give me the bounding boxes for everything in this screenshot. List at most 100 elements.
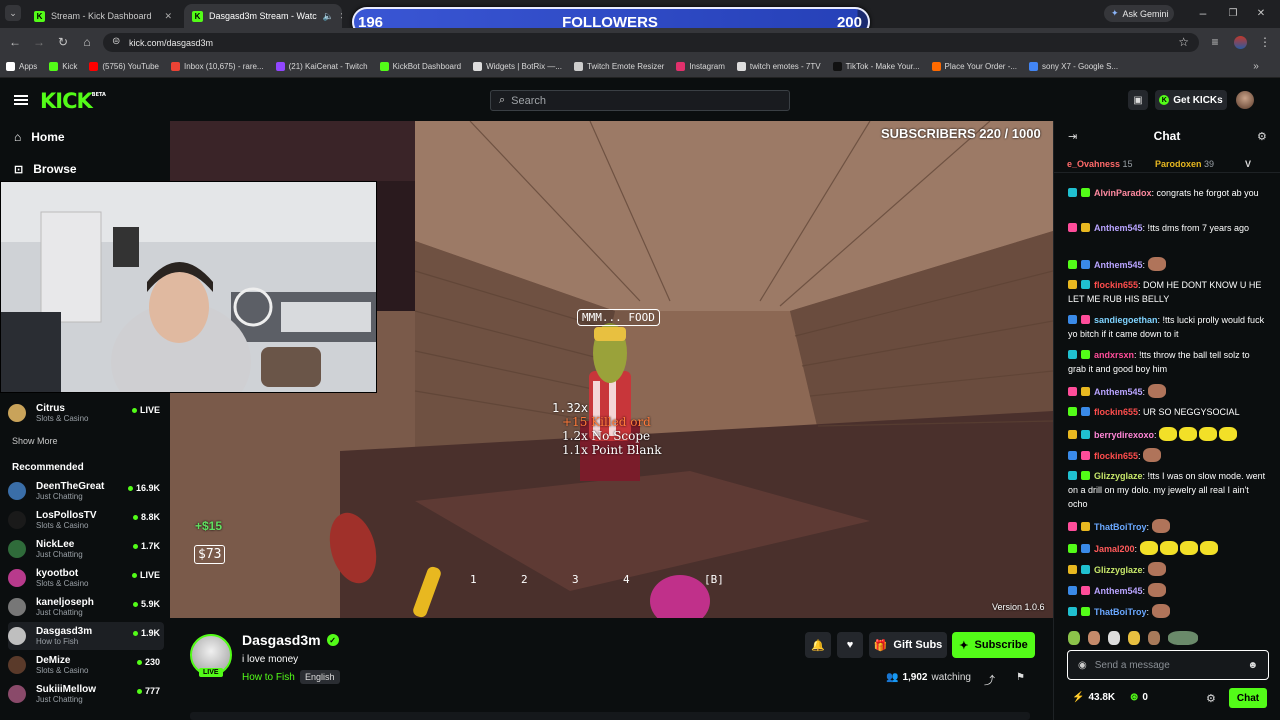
channel-points[interactable]: ⊛ 0 (1130, 692, 1148, 703)
chat-username[interactable]: ThatBoiTroy (1094, 522, 1147, 532)
chat-username[interactable]: Glizzyglaze (1094, 565, 1143, 575)
top-gifter[interactable]: e_Ovahness 15 (1067, 159, 1133, 169)
chat-message[interactable]: ThatBoiTroy: (1068, 604, 1268, 619)
emote-icon[interactable] (1148, 631, 1160, 645)
bookmark-item[interactable]: (5756) YouTube (89, 62, 159, 71)
top-gifter[interactable]: Parodoxen 39 (1155, 159, 1214, 169)
profile-avatar-icon[interactable] (1234, 36, 1247, 49)
recommended-channel[interactable]: LosPollosTV Slots & Casino 8.8K (8, 506, 164, 534)
chat-message[interactable]: andxrsxn: !tts throw the ball tell solz … (1068, 348, 1268, 376)
chat-message[interactable]: Anthem545: (1068, 257, 1268, 272)
hamburger-menu-icon[interactable] (14, 95, 28, 105)
kick-logo[interactable]: KICKBETA (40, 89, 106, 113)
kicks-balance[interactable]: ⚡ 43.8K (1072, 692, 1115, 703)
home-icon[interactable]: ⌂ (80, 35, 94, 49)
chat-message[interactable]: sandiegoethan: !tts lucki prolly would f… (1068, 313, 1268, 341)
recommended-channel[interactable]: DeenTheGreat Just Chatting 16.9K (8, 477, 164, 505)
recommended-channel[interactable]: NickLee Just Chatting 1.7K (8, 535, 164, 563)
send-chat-button[interactable]: Chat (1229, 688, 1267, 708)
follow-heart-button[interactable]: ♥ (837, 632, 863, 658)
emote-icon[interactable] (1088, 631, 1100, 645)
tab-search-icon[interactable]: ⌄ (5, 5, 21, 21)
recommended-channel[interactable]: DeMize Slots & Casino 230 (8, 651, 164, 679)
chat-username[interactable]: Jamal200 (1094, 544, 1135, 554)
bookmark-item[interactable]: TikTok - Make Your... (832, 62, 920, 71)
chat-options-icon[interactable]: ⚙ (1206, 692, 1216, 705)
bookmark-item[interactable]: twitch emotes - 7TV (736, 62, 821, 71)
tab-dasgasd3m-stream[interactable]: K Dasgasd3m Stream - Watc 🔈 ✕ (184, 4, 342, 28)
language-tag[interactable]: English (300, 670, 340, 684)
chat-username[interactable]: Glizzyglaze (1094, 471, 1143, 481)
chat-message[interactable]: Anthem545: (1068, 583, 1268, 598)
site-info-icon[interactable]: ⊜ (112, 36, 120, 47)
bookmark-item[interactable]: Instagram (676, 62, 725, 71)
top-gifter[interactable]: V (1245, 159, 1251, 169)
chat-settings-icon[interactable]: ⚙ (1257, 130, 1267, 143)
ask-gemini-button[interactable]: ✦ Ask Gemini (1104, 5, 1174, 22)
recommended-channel[interactable]: kyootbot Slots & Casino LIVE (8, 564, 164, 592)
more-bookmarks-icon[interactable]: » (1250, 60, 1262, 72)
bookmark-star-icon[interactable]: ☆ (1178, 35, 1189, 49)
bookmark-item[interactable]: Place Your Order -... (931, 62, 1017, 71)
chat-message[interactable]: ThatBoiTroy: (1068, 519, 1268, 534)
chat-message[interactable]: Anthem545: (1068, 384, 1268, 399)
recommended-channel[interactable]: Dasgasd3m How to Fish 1.9K (8, 622, 164, 650)
chat-username[interactable]: Anthem545 (1094, 223, 1143, 233)
maximize-icon[interactable]: ❐ (1226, 6, 1240, 20)
chat-username[interactable]: Anthem545 (1094, 260, 1143, 270)
bookmark-item[interactable]: (21) KaiCenat - Twitch (275, 62, 368, 71)
window-close-icon[interactable]: ✕ (1254, 6, 1268, 20)
forward-arrow-icon[interactable]: → (32, 35, 46, 49)
speaker-icon[interactable]: 🔈 (323, 11, 334, 22)
notification-bell-button[interactable]: 🔔 (805, 632, 831, 658)
close-tab-icon[interactable]: ✕ (164, 11, 172, 22)
nav-browse[interactable]: ⊡ Browse (14, 162, 77, 176)
chat-username[interactable]: sandiegoethan (1094, 315, 1158, 325)
reload-icon[interactable]: ↻ (56, 35, 70, 49)
bookmark-item[interactable]: Inbox (10,675) - rare... (171, 62, 264, 71)
emoji-picker-icon[interactable]: ☻ (1247, 660, 1258, 671)
emote-icon[interactable] (1068, 631, 1080, 645)
menu-kebab-icon[interactable]: ⋮ (1258, 35, 1272, 49)
chat-username[interactable]: AlvinParadox (1094, 188, 1152, 198)
search-input[interactable]: ⌕ Search (490, 90, 790, 111)
chat-message[interactable]: Anthem545: !tts dms from 7 years ago (1068, 221, 1268, 235)
close-tab-icon[interactable]: ✕ (340, 11, 342, 22)
emote-icon[interactable] (1108, 631, 1120, 645)
chat-message[interactable]: berrydirexoxo: (1068, 427, 1268, 442)
chat-message[interactable]: flockin655: (1068, 448, 1268, 463)
chat-message[interactable]: flockin655: DOM HE DONT KNOW U HE LET ME… (1068, 278, 1268, 306)
recommended-channel[interactable]: SukiiiMellow Just Chatting 777 (8, 680, 164, 708)
chat-username[interactable]: Anthem545 (1094, 387, 1143, 397)
bookmark-item[interactable]: sony X7 - Google S... (1029, 62, 1118, 71)
chat-message[interactable]: Glizzyglaze: !tts I was on slow mode. we… (1068, 469, 1268, 511)
following-channel-citrus[interactable]: Citrus Slots & Casino LIVE (8, 399, 164, 427)
chat-message[interactable]: AlvinParadox: congrats he forgot ab you (1068, 186, 1268, 200)
tab-kick-dashboard[interactable]: K Stream - Kick Dashboard ✕ (26, 4, 180, 28)
chat-message[interactable]: Jamal200: (1068, 541, 1268, 556)
show-more-link[interactable]: Show More (12, 436, 58, 446)
chat-username[interactable]: ThatBoiTroy (1094, 607, 1147, 617)
recommended-channel[interactable]: kaneljoseph Just Chatting 5.9K (8, 593, 164, 621)
back-arrow-icon[interactable]: ← (8, 35, 22, 49)
address-bar[interactable]: ⊜ kick.com/dasgasd3m ☆ (103, 33, 1199, 52)
extensions-icon[interactable]: ≡ (1208, 35, 1222, 49)
chat-message[interactable]: flockin655: UR SO NEGGYSOCIAL (1068, 405, 1268, 419)
chat-username[interactable]: Anthem545 (1094, 586, 1143, 596)
emote-icon[interactable] (1168, 631, 1198, 645)
share-icon[interactable]: ⤴ (984, 672, 995, 688)
bookmark-item[interactable]: KickBot Dashboard (379, 62, 461, 71)
subscribe-button[interactable]: ✦ Subscribe (952, 632, 1035, 658)
chat-message-input[interactable]: ◉ Send a message ☻ (1067, 650, 1269, 680)
bookmark-item[interactable]: Twitch Emote Resizer (573, 62, 664, 71)
chat-username[interactable]: flockin655 (1094, 451, 1138, 461)
bookmark-item[interactable]: Kick (49, 62, 77, 71)
bookmark-item[interactable]: Widgets | BotRix —... (473, 62, 562, 71)
chat-username[interactable]: flockin655 (1094, 280, 1138, 290)
minimize-icon[interactable]: – (1196, 6, 1210, 20)
chat-username[interactable]: flockin655 (1094, 407, 1138, 417)
nav-home[interactable]: ⌂ Home (14, 130, 65, 144)
report-flag-icon[interactable]: ⚑ (1016, 672, 1025, 683)
user-avatar[interactable] (1236, 91, 1254, 109)
get-kicks-button[interactable]: K Get KICKs (1155, 90, 1227, 110)
